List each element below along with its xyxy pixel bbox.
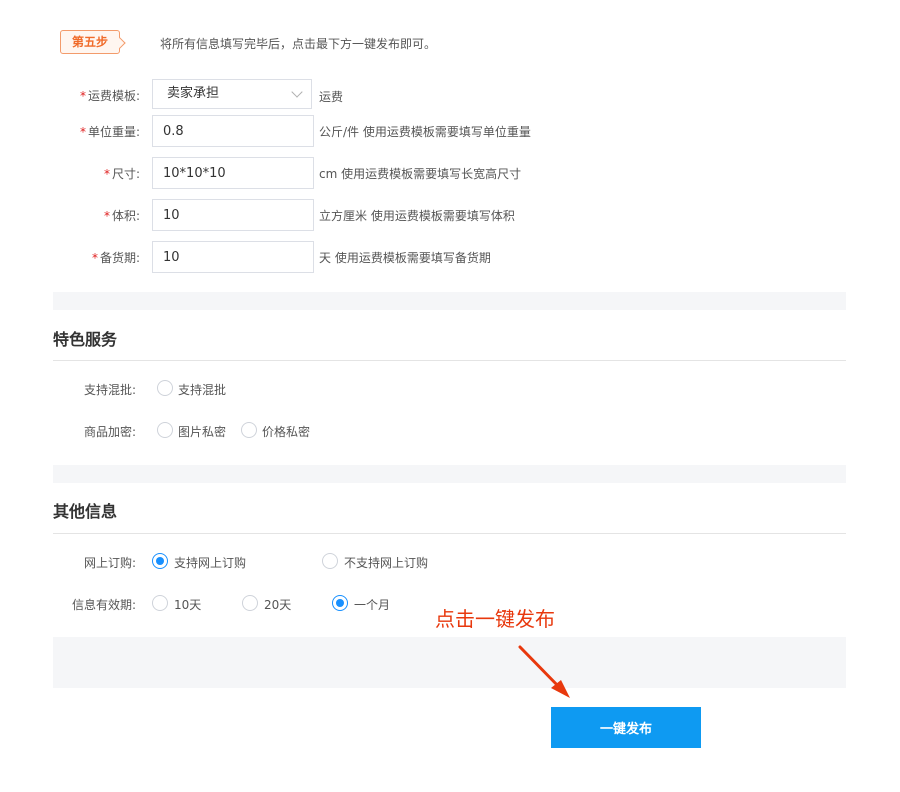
shipping-template-hint: 运费 — [319, 90, 344, 104]
validity-one-month-radio[interactable] — [332, 595, 348, 611]
online-order-no-label[interactable]: 不支持网上订购 — [344, 554, 428, 571]
online-order-yes-radio[interactable] — [152, 553, 168, 569]
required-mark: * — [91, 251, 98, 265]
online-order-row: 网上订购: 支持网上订购 不支持网上订购 — [0, 552, 900, 572]
unit-weight-label: * 单位重量: — [79, 125, 140, 139]
image-private-radio[interactable] — [157, 422, 173, 438]
volume-hint: 立方厘米 使用运费模板需要填写体积 — [319, 209, 515, 223]
section-divider-line — [53, 360, 846, 361]
online-order-yes-label[interactable]: 支持网上订购 — [174, 554, 246, 571]
encryption-label: 商品加密: — [83, 425, 136, 439]
volume-label: * 体积: — [103, 209, 140, 223]
validity-10-days-label[interactable]: 10天 — [174, 596, 201, 613]
mixed-batch-radio[interactable] — [157, 380, 173, 396]
image-private-label[interactable]: 图片私密 — [178, 423, 226, 440]
form-row-size: *尺寸: cm 使用运费模板需要填写长宽高尺寸 — [0, 157, 900, 189]
online-order-no-radio[interactable] — [322, 553, 338, 569]
mixed-batch-option-label[interactable]: 支持混批 — [178, 381, 226, 398]
form-row-unit-weight: *单位重量: 公斤/件 使用运费模板需要填写单位重量 — [0, 115, 900, 147]
validity-label: 信息有效期: — [71, 598, 136, 612]
chevron-down-icon — [291, 86, 303, 98]
price-private-radio[interactable] — [241, 422, 257, 438]
size-hint: cm 使用运费模板需要填写长宽高尺寸 — [319, 167, 522, 181]
step-instruction: 将所有信息填写完毕后，点击最下方一键发布即可。 — [160, 37, 437, 51]
required-mark: * — [79, 125, 86, 139]
stock-period-input[interactable] — [152, 241, 314, 273]
stock-period-label: * 备货期: — [91, 251, 140, 265]
size-input[interactable] — [152, 157, 314, 189]
validity-10-days-radio[interactable] — [152, 595, 168, 611]
validity-20-days-label[interactable]: 20天 — [264, 596, 291, 613]
stock-period-hint: 天 使用运费模板需要填写备货期 — [319, 251, 491, 265]
encryption-row: 商品加密: 图片私密 价格私密 — [0, 421, 900, 441]
form-row-volume: *体积: 立方厘米 使用运费模板需要填写体积 — [0, 199, 900, 231]
other-info-title: 其他信息 — [53, 502, 118, 521]
annotation-text: 点击一键发布 — [435, 607, 555, 631]
section-divider-band — [53, 465, 846, 483]
section-divider-band — [53, 292, 846, 310]
price-private-label[interactable]: 价格私密 — [262, 423, 310, 440]
special-services-title: 特色服务 — [53, 330, 118, 349]
unit-weight-hint: 公斤/件 使用运费模板需要填写单位重量 — [319, 125, 531, 139]
publish-button[interactable]: 一键发布 — [551, 707, 701, 748]
form-row-stock-period: *备货期: 天 使用运费模板需要填写备货期 — [0, 241, 900, 273]
online-order-label: 网上订购: — [83, 556, 136, 570]
annotation-arrow-icon — [518, 645, 570, 698]
validity-20-days-radio[interactable] — [242, 595, 258, 611]
unit-weight-input[interactable] — [152, 115, 314, 147]
mixed-batch-label: 支持混批: — [83, 383, 136, 397]
shipping-template-select[interactable]: 卖家承担 — [152, 79, 312, 109]
required-mark: * — [103, 167, 110, 181]
step-badge: 第五步 — [60, 30, 120, 54]
form-row-shipping-template: * 运费模板: 卖家承担 运费 — [0, 79, 900, 111]
validity-one-month-label[interactable]: 一个月 — [354, 596, 390, 613]
required-mark: * — [79, 89, 86, 103]
footer-band — [53, 637, 846, 688]
section-divider-line — [53, 533, 846, 534]
shipping-template-value: 卖家承担 — [167, 86, 220, 101]
mixed-batch-row: 支持混批: 支持混批 — [0, 379, 900, 399]
required-mark: * — [103, 209, 110, 223]
size-label: * 尺寸: — [103, 167, 140, 181]
volume-input[interactable] — [152, 199, 314, 231]
shipping-template-label: * 运费模板: — [79, 89, 140, 103]
